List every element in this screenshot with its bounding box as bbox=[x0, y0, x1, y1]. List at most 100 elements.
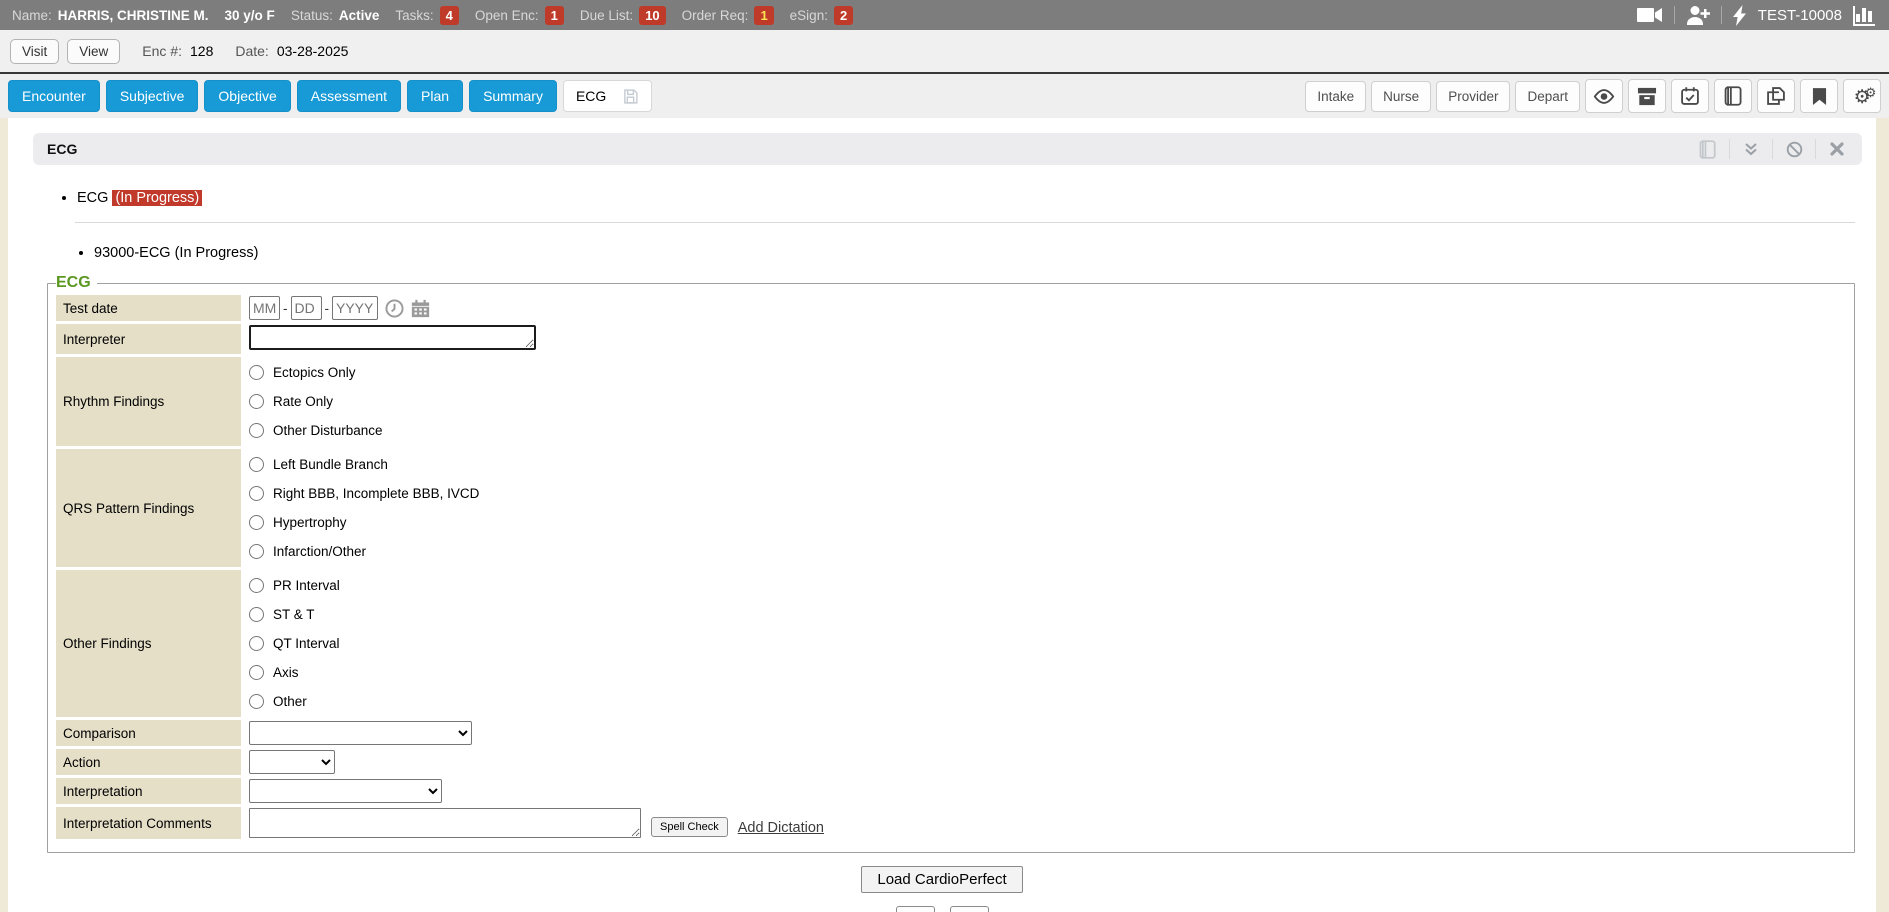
test-date-yyyy-input[interactable] bbox=[332, 296, 378, 320]
radio-label: ST & T bbox=[273, 607, 315, 622]
tab-ecg-active[interactable]: ECG bbox=[563, 80, 652, 112]
calendar-check-icon-button[interactable] bbox=[1671, 79, 1709, 113]
archive-box-icon-button[interactable] bbox=[1628, 79, 1666, 113]
qrs-radio-1[interactable] bbox=[249, 486, 264, 501]
bar-chart-icon[interactable] bbox=[1853, 4, 1877, 26]
date-dash: - bbox=[325, 301, 330, 316]
user-plus-icon[interactable] bbox=[1686, 5, 1710, 25]
radio-option[interactable]: ST & T bbox=[249, 600, 1845, 629]
radio-label: Left Bundle Branch bbox=[273, 457, 388, 472]
order-req-counter: Order Req: 1 bbox=[682, 6, 774, 25]
collapse-form-button[interactable] bbox=[896, 906, 935, 912]
tab-subjective[interactable]: Subjective bbox=[106, 80, 199, 112]
save-form-button[interactable] bbox=[950, 906, 989, 912]
tab-plan[interactable]: Plan bbox=[407, 80, 463, 112]
radio-option[interactable]: PR Interval bbox=[249, 571, 1845, 600]
order-child-item[interactable]: 93000-ECG (In Progress) bbox=[94, 245, 1876, 261]
interpreter-input[interactable] bbox=[249, 325, 536, 350]
tab-summary[interactable]: Summary bbox=[469, 80, 557, 112]
other-radio-2[interactable] bbox=[249, 636, 264, 651]
add-dictation-link[interactable]: Add Dictation bbox=[738, 820, 824, 836]
order-req-badge[interactable]: 1 bbox=[754, 6, 773, 25]
order-req-label: Order Req: bbox=[682, 8, 749, 23]
collapse-section-button[interactable] bbox=[1730, 133, 1772, 165]
comparison-select[interactable] bbox=[249, 721, 472, 745]
journal-icon-disabled-button[interactable] bbox=[1687, 133, 1729, 165]
spell-check-button[interactable]: Spell Check bbox=[651, 817, 728, 837]
order-parent-item[interactable]: ECG (In Progress) bbox=[77, 190, 1876, 206]
calendar-picker-icon[interactable] bbox=[411, 299, 430, 318]
eye-icon-button[interactable] bbox=[1585, 79, 1623, 113]
view-button[interactable]: View bbox=[67, 39, 120, 64]
radio-option[interactable]: Other bbox=[249, 687, 1845, 716]
comments-controls: Spell Check Add Dictation bbox=[249, 808, 1845, 838]
qrs-radio-2[interactable] bbox=[249, 515, 264, 530]
provider-button[interactable]: Provider bbox=[1436, 81, 1510, 112]
rhythm-findings-label: Rhythm Findings bbox=[56, 357, 241, 446]
video-camera-icon[interactable] bbox=[1637, 6, 1663, 24]
other-radio-0[interactable] bbox=[249, 578, 264, 593]
save-floppy-icon[interactable] bbox=[622, 88, 639, 105]
settings-gears-icon-button[interactable]: ⚙⚙ bbox=[1843, 79, 1881, 113]
rhythm-radio-0[interactable] bbox=[249, 365, 264, 380]
open-enc-badge[interactable]: 1 bbox=[545, 6, 564, 25]
radio-label: Other bbox=[273, 694, 307, 709]
close-section-button[interactable] bbox=[1816, 133, 1858, 165]
test-date-mm-input[interactable] bbox=[249, 296, 280, 320]
tasks-badge[interactable]: 4 bbox=[440, 6, 459, 25]
interpretation-comments-input[interactable] bbox=[249, 808, 641, 838]
intake-button[interactable]: Intake bbox=[1305, 81, 1366, 112]
radio-label: Infarction/Other bbox=[273, 544, 366, 559]
radio-label: Rate Only bbox=[273, 394, 333, 409]
depart-button[interactable]: Depart bbox=[1515, 81, 1580, 112]
radio-option[interactable]: Hypertrophy bbox=[249, 508, 1845, 537]
radio-option[interactable]: Right BBB, Incomplete BBB, IVCD bbox=[249, 479, 1845, 508]
tab-assessment[interactable]: Assessment bbox=[297, 80, 401, 112]
radio-option[interactable]: Ectopics Only bbox=[249, 358, 1845, 387]
patient-name-group: Name: HARRIS, CHRISTINE M. bbox=[12, 8, 209, 23]
radio-option[interactable]: Axis bbox=[249, 658, 1845, 687]
radio-label: Axis bbox=[273, 665, 299, 680]
other-radio-1[interactable] bbox=[249, 607, 264, 622]
due-list-badge[interactable]: 10 bbox=[639, 6, 665, 25]
other-radio-3[interactable] bbox=[249, 665, 264, 680]
journal-icon bbox=[1724, 86, 1743, 106]
load-button-row: Load CardioPerfect bbox=[8, 866, 1876, 893]
interpretation-comments-label: Interpretation Comments bbox=[56, 807, 241, 839]
qrs-radio-3[interactable] bbox=[249, 544, 264, 559]
toolbar-right-group: Intake Nurse Provider Depart bbox=[1305, 79, 1881, 113]
other-radio-4[interactable] bbox=[249, 694, 264, 709]
interpretation-select[interactable] bbox=[249, 779, 442, 803]
radio-label: Ectopics Only bbox=[273, 365, 356, 380]
date-dash: - bbox=[283, 301, 288, 316]
tab-encounter[interactable]: Encounter bbox=[8, 80, 100, 112]
radio-option[interactable]: Left Bundle Branch bbox=[249, 450, 1845, 479]
radio-option[interactable]: Other Disturbance bbox=[249, 416, 1845, 445]
date-label: Date: bbox=[235, 43, 268, 59]
journal-icon-button[interactable] bbox=[1714, 79, 1752, 113]
qrs-radio-0[interactable] bbox=[249, 457, 264, 472]
patient-name: HARRIS, CHRISTINE M. bbox=[58, 8, 209, 23]
cancel-section-button[interactable] bbox=[1773, 133, 1815, 165]
rhythm-findings-row: Rhythm Findings Ectopics Only Rate Only … bbox=[56, 357, 1846, 446]
lightning-bolt-icon[interactable] bbox=[1733, 5, 1747, 26]
tab-ecg-label: ECG bbox=[576, 88, 606, 104]
tab-objective[interactable]: Objective bbox=[204, 80, 290, 112]
esign-badge[interactable]: 2 bbox=[834, 6, 853, 25]
open-enc-label: Open Enc: bbox=[475, 8, 539, 23]
action-select[interactable] bbox=[249, 750, 335, 774]
radio-option[interactable]: Infarction/Other bbox=[249, 537, 1845, 566]
rhythm-radio-1[interactable] bbox=[249, 394, 264, 409]
action-row: Action bbox=[56, 749, 1846, 775]
load-cardioperfect-button[interactable]: Load CardioPerfect bbox=[861, 866, 1022, 893]
rhythm-radio-2[interactable] bbox=[249, 423, 264, 438]
visit-button[interactable]: Visit bbox=[10, 39, 59, 64]
bookmark-icon-button[interactable] bbox=[1800, 79, 1838, 113]
clock-icon[interactable] bbox=[385, 299, 404, 318]
nurse-button[interactable]: Nurse bbox=[1371, 81, 1431, 112]
test-date-dd-input[interactable] bbox=[291, 296, 322, 320]
copy-pages-icon-button[interactable] bbox=[1757, 79, 1795, 113]
radio-option[interactable]: Rate Only bbox=[249, 387, 1845, 416]
radio-option[interactable]: QT Interval bbox=[249, 629, 1845, 658]
practice-id: TEST-10008 bbox=[1758, 7, 1842, 24]
